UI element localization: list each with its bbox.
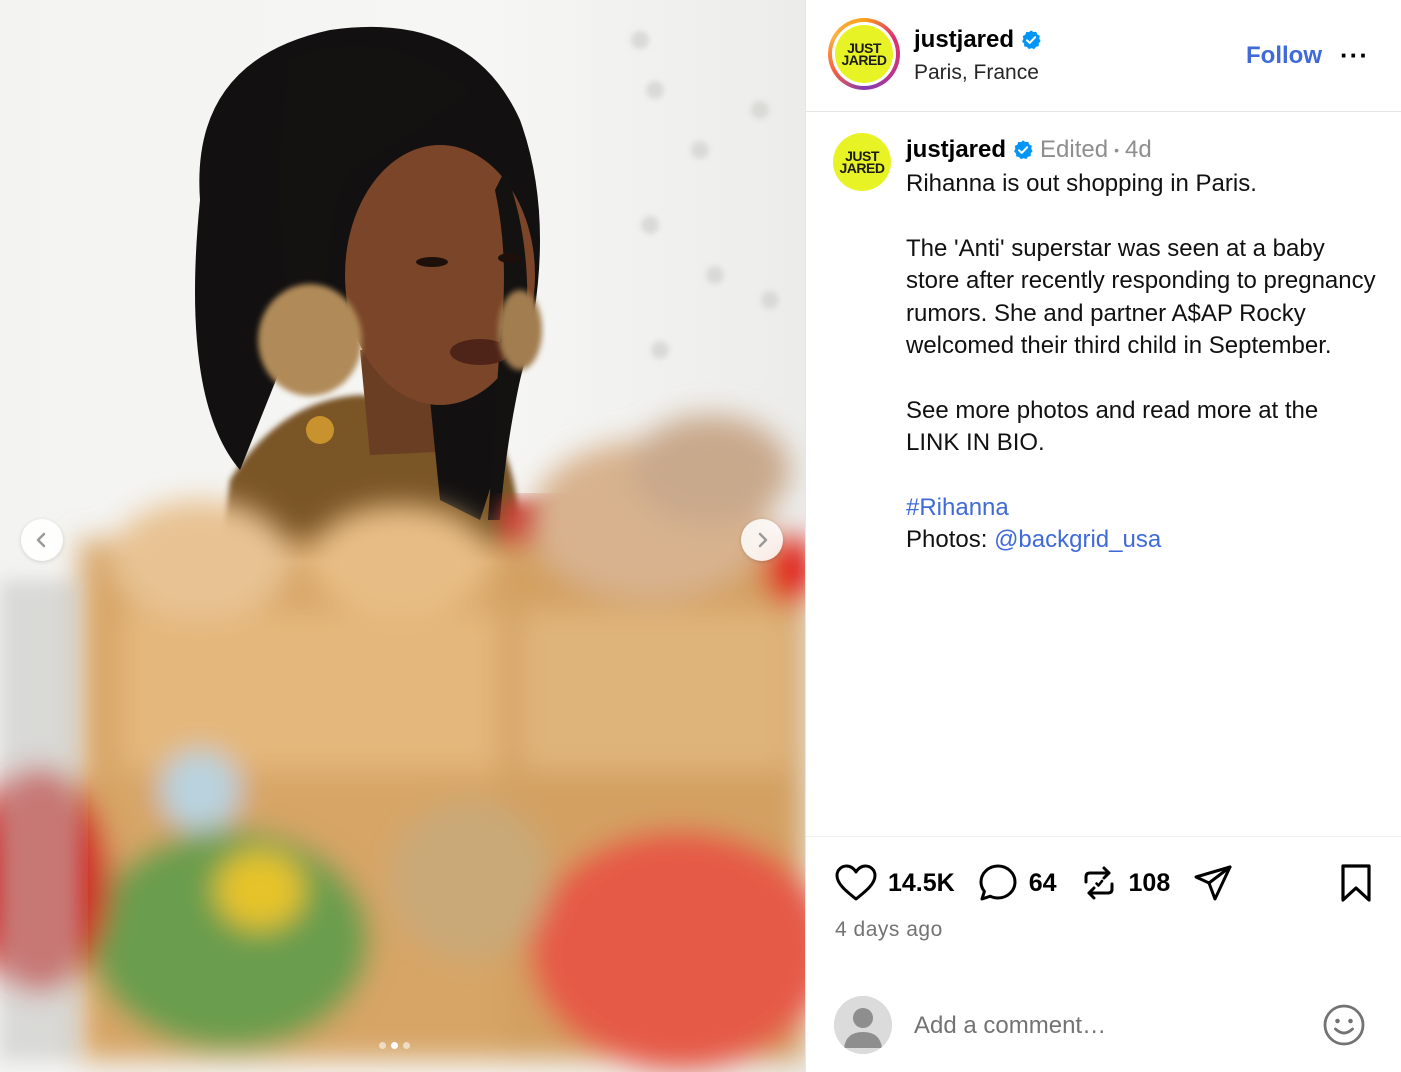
caption-header: justjared Edited • 4d [906, 136, 1152, 164]
share-button[interactable] [1192, 862, 1234, 904]
chevron-right-icon [758, 532, 768, 548]
carousel-dot-active [391, 1042, 398, 1049]
add-comment-row [806, 986, 1401, 1066]
hashtag-link[interactable]: #Rihanna [906, 494, 1009, 521]
caption-paragraph: See more photos and read more at the LIN… [906, 396, 1319, 457]
more-options-icon[interactable]: ··· [1340, 40, 1369, 71]
carousel-dot [379, 1042, 386, 1049]
post-caption: Rihanna is out shopping in Paris. The 'A… [906, 168, 1376, 557]
user-avatar [834, 996, 892, 1054]
comment-bubble-icon [979, 864, 1017, 901]
post-age[interactable]: 4d [1125, 136, 1152, 164]
meta-separator: • [1114, 142, 1119, 158]
caption-avatar[interactable]: JUST JARED [833, 133, 891, 191]
like-button[interactable]: 14.5K [834, 863, 955, 903]
chevron-left-icon [36, 532, 46, 548]
logo-line-2: JARED [839, 160, 885, 176]
carousel-dot [403, 1042, 410, 1049]
actions-divider [806, 836, 1401, 837]
photo-credit-link[interactable]: @backgrid_usa [994, 526, 1161, 553]
comments-count[interactable]: 64 [1029, 869, 1057, 898]
caption-paragraph: The 'Anti' superstar was seen at a baby … [906, 234, 1376, 360]
default-avatar-icon [834, 996, 892, 1054]
account-avatar[interactable]: JUST JARED [828, 18, 900, 90]
verified-badge-icon [1014, 140, 1033, 160]
save-button[interactable] [1338, 862, 1374, 909]
post-actions: 14.5K 64 108 [834, 860, 1234, 906]
reposts-count[interactable]: 108 [1129, 869, 1171, 898]
repost-button[interactable]: 108 [1079, 863, 1171, 903]
justjared-logo: JUST JARED [835, 25, 893, 83]
emoji-button[interactable] [1322, 1003, 1366, 1052]
smiley-icon [1323, 1004, 1365, 1046]
comment-button[interactable]: 64 [977, 862, 1057, 904]
post-photo [0, 26, 805, 1070]
post-details-panel: JUST JARED justjared Paris, France Follo… [805, 0, 1401, 1072]
photos-credit-label: Photos: [906, 526, 988, 553]
justjared-logo: JUST JARED [833, 133, 891, 191]
edited-label: Edited [1040, 136, 1109, 163]
comment-input[interactable] [914, 1008, 1304, 1044]
post-location[interactable]: Paris, France [914, 61, 1039, 85]
post-timestamp[interactable]: 4 days ago [835, 918, 943, 942]
caption-username[interactable]: justjared [906, 136, 1006, 164]
repost-icon [1084, 866, 1114, 900]
bookmark-icon [1341, 864, 1371, 902]
post-header: JUST JARED justjared Paris, France Follo… [806, 0, 1401, 112]
account-name[interactable]: justjared [914, 26, 1042, 54]
send-icon [1194, 865, 1232, 901]
carousel-dots [379, 1042, 410, 1049]
likes-count[interactable]: 14.5K [888, 869, 955, 898]
verified-badge-icon [1022, 30, 1041, 50]
post-media[interactable] [0, 0, 805, 1072]
account-username[interactable]: justjared [914, 26, 1014, 54]
heart-icon [835, 864, 877, 901]
follow-button[interactable]: Follow [1246, 42, 1322, 70]
next-slide-button[interactable] [741, 519, 783, 561]
caption-paragraph: Rihanna is out shopping in Paris. [906, 170, 1257, 197]
previous-slide-button[interactable] [21, 519, 63, 561]
logo-line-2: JARED [841, 52, 887, 68]
